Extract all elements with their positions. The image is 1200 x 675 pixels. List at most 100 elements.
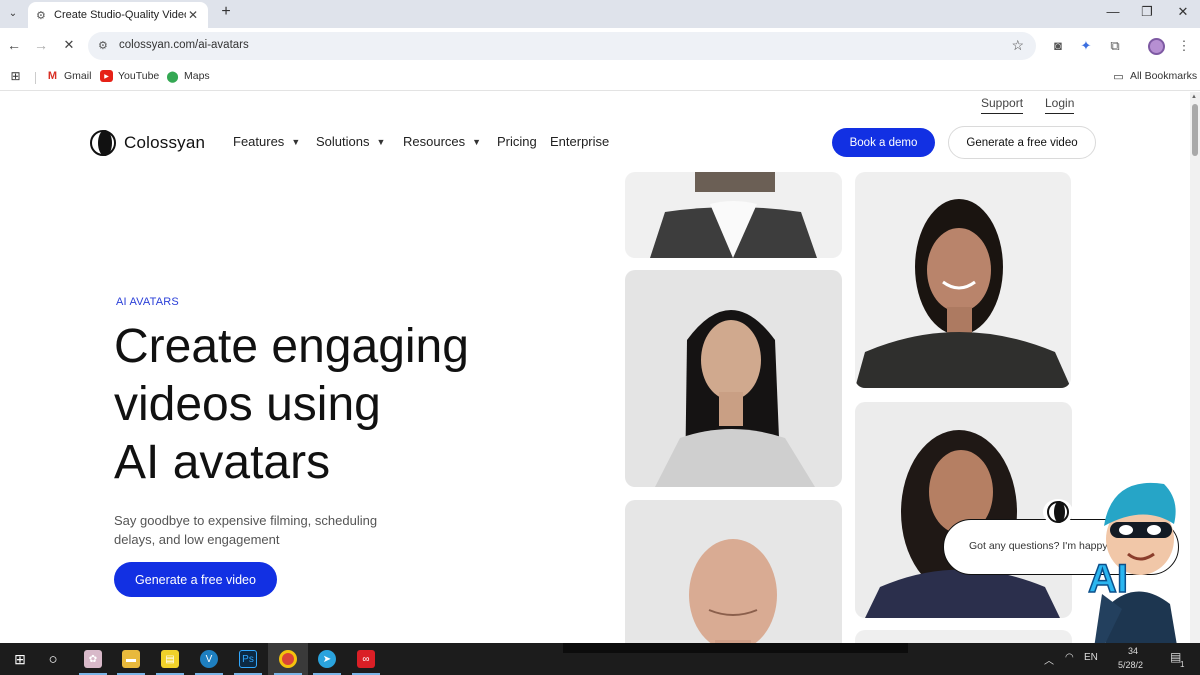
apps-icon[interactable]: ⊞ — [9, 69, 27, 83]
avatar-card-woman-1 — [855, 172, 1071, 388]
logo-text: Colossyan — [124, 133, 206, 152]
avatar-card-man-bald — [625, 500, 842, 643]
avatar-image-partial — [855, 630, 1072, 643]
notification-count: 1 — [1180, 660, 1185, 669]
wifi-icon[interactable]: ◠ — [1065, 652, 1074, 663]
logo-mark-icon — [90, 130, 118, 156]
notes-icon: ▤ — [161, 650, 179, 668]
bookmark-label: Gmail — [64, 70, 92, 82]
taskbar-app-paint[interactable]: ✿ — [73, 643, 113, 675]
taskbar-app-telegram[interactable]: ➤ — [307, 643, 347, 675]
windows-taskbar: ⊞ ○ ✿ ▬ ▤ V Ps ➤ ∞ ︿ ◠ EN 34 5/28/2 ▤ 1 — [0, 643, 1200, 675]
avatar-card-suit — [625, 172, 842, 258]
bookmark-gmail[interactable]: M Gmail — [46, 70, 92, 82]
avatar-image-woman-curly — [855, 402, 1072, 618]
tab-close-icon[interactable]: ✕ — [186, 8, 200, 22]
taskbar-app-notes[interactable]: ▤ — [150, 643, 190, 675]
maps-icon: ⬤ — [166, 70, 179, 83]
taskbar-app-v[interactable]: V — [189, 643, 229, 675]
creative-cloud-icon: ∞ — [357, 650, 375, 668]
nav-solutions-label: Solutions — [316, 134, 370, 149]
tray-language[interactable]: EN — [1084, 652, 1098, 663]
bookmark-youtube[interactable]: ▶ YouTube — [100, 70, 159, 82]
forward-icon[interactable]: → — [31, 37, 51, 53]
nav-enterprise[interactable]: Enterprise — [550, 134, 609, 149]
youtube-icon: ▶ — [100, 70, 113, 82]
hero-subtitle: Say goodbye to expensive filming, schedu… — [114, 513, 378, 547]
windows-icon: ⊞ — [14, 650, 26, 667]
book-demo-button[interactable]: Book a demo — [832, 128, 935, 157]
avatar-card-man-longhair — [625, 270, 842, 487]
paint-icon: ✿ — [84, 650, 102, 668]
menu-icon[interactable]: ⋮ — [1175, 38, 1193, 54]
hero-title-line: videos using — [114, 378, 381, 431]
maximize-button[interactable]: ❐ — [1132, 4, 1162, 20]
taskbar-app-photoshop[interactable]: Ps — [228, 643, 268, 675]
taskbar-app-chrome[interactable] — [268, 643, 308, 675]
taskbar-app-creative-cloud[interactable]: ∞ — [346, 643, 386, 675]
stop-loading-icon[interactable]: ✕ — [59, 37, 79, 53]
chat-logo-icon — [1043, 499, 1073, 525]
minimize-button[interactable]: — — [1098, 4, 1128, 19]
support-link[interactable]: Support — [981, 96, 1024, 114]
hero-title-line: Create engaging — [114, 320, 469, 373]
avatar-image-man-bald — [625, 500, 842, 643]
hero-title-line: AI avatars — [114, 436, 331, 489]
nav-features[interactable]: Features ▼ — [233, 134, 300, 149]
gmail-icon: M — [47, 70, 58, 82]
tray-chevron-icon[interactable]: ︿ — [1044, 652, 1054, 667]
all-bookmarks[interactable]: ▭ All Bookmarks — [1112, 70, 1198, 83]
bookmark-label: YouTube — [118, 70, 160, 82]
tray-date[interactable]: 5/28/2 — [1118, 660, 1143, 670]
folder-icon: ▭ — [1113, 70, 1124, 83]
v-app-icon: V — [200, 650, 218, 668]
bookmark-maps[interactable]: ⬤ Maps — [166, 70, 210, 83]
search-circle-icon: ○ — [48, 650, 58, 668]
new-tab-button[interactable]: + — [216, 3, 236, 21]
scrollbar-thumb[interactable] — [1192, 104, 1198, 156]
colossyan-logo[interactable]: Colossyan — [90, 130, 205, 156]
taskbar-app-explorer[interactable]: ▬ — [111, 643, 151, 675]
tab-strip: ⌄ ⚙ Create Studio-Quality Videos w ✕ + —… — [0, 0, 1200, 28]
chevron-down-icon: ▼ — [291, 136, 301, 147]
site-info-icon[interactable]: ⚙ — [98, 39, 108, 52]
nav-solutions[interactable]: Solutions ▼ — [316, 134, 385, 149]
search-button[interactable]: ○ — [33, 643, 73, 675]
address-bar[interactable]: ⚙ colossyan.com/ai-avatars ☆ — [88, 32, 1036, 60]
folder-icon: ▬ — [122, 650, 140, 668]
photoshop-icon: Ps — [239, 650, 257, 668]
mascot-ai-text: AI — [1088, 557, 1128, 601]
taskbar-preview-strip — [563, 643, 908, 653]
hero-title: Create engaging videos using AI avatars — [114, 318, 534, 492]
hero-eyebrow: AI AVATARS — [116, 296, 179, 308]
camera-icon[interactable]: ◙ — [1049, 38, 1067, 53]
generate-free-video-header-button[interactable]: Generate a free video — [948, 126, 1096, 159]
bookmarks-bar: ⊞ M Gmail ▶ YouTube ⬤ Maps ▭ All Bookmar… — [0, 64, 1200, 91]
gemini-icon[interactable]: ✦ — [1077, 38, 1095, 54]
nav-resources[interactable]: Resources ▼ — [403, 134, 481, 149]
bookmark-star-icon[interactable]: ☆ — [1011, 37, 1024, 54]
close-window-button[interactable]: ✕ — [1168, 4, 1198, 20]
all-bookmarks-label: All Bookmarks — [1130, 70, 1198, 82]
scroll-up-icon[interactable]: ▲ — [1191, 94, 1197, 100]
avatar-card-woman-curly — [855, 402, 1072, 618]
chevron-down-icon: ▼ — [376, 136, 386, 147]
url-text[interactable]: colossyan.com/ai-avatars — [119, 39, 249, 51]
profile-avatar[interactable] — [1148, 38, 1165, 55]
bookmark-label: Maps — [184, 70, 210, 82]
nav-pricing[interactable]: Pricing — [497, 134, 537, 149]
browser-toolbar: ← → ✕ ⚙ colossyan.com/ai-avatars ☆ ◙ ✦ ⧉… — [0, 28, 1200, 64]
login-link[interactable]: Login — [1045, 96, 1075, 114]
chevron-down-icon: ▼ — [472, 136, 482, 147]
telegram-icon: ➤ — [318, 650, 336, 668]
avatar-image-man-longhair — [625, 270, 842, 487]
nav-resources-label: Resources — [403, 134, 466, 149]
tab-favicon-icon: ⚙ — [36, 10, 46, 22]
back-icon[interactable]: ← — [4, 37, 24, 53]
generate-free-video-hero-button[interactable]: Generate a free video — [114, 562, 277, 597]
active-tab[interactable]: ⚙ Create Studio-Quality Videos w ✕ — [28, 2, 208, 28]
extensions-icon[interactable]: ⧉ — [1106, 38, 1124, 54]
avatar-card-partial — [855, 630, 1072, 643]
tab-search-button[interactable]: ⌄ — [4, 4, 22, 22]
tray-time[interactable]: 34 — [1128, 646, 1138, 656]
